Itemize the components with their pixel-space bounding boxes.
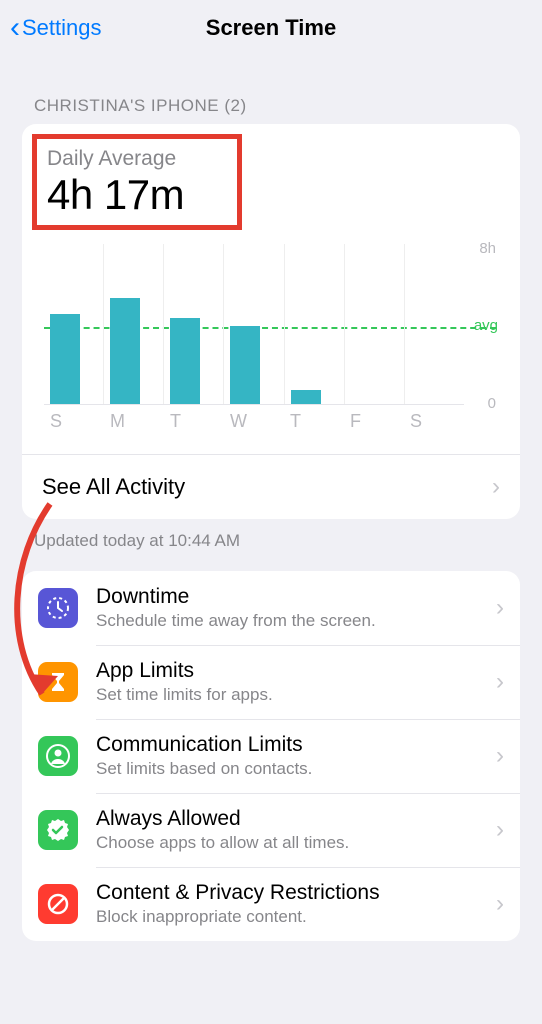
row-title: Downtime bbox=[96, 585, 496, 609]
bar bbox=[291, 390, 321, 404]
option-always-allowed[interactable]: Always AllowedChoose apps to allow at al… bbox=[22, 793, 520, 867]
row-subtitle: Choose apps to allow at all times. bbox=[96, 833, 496, 853]
x-tick: W bbox=[224, 411, 284, 432]
row-body: Always AllowedChoose apps to allow at al… bbox=[96, 807, 496, 853]
x-tick: T bbox=[164, 411, 224, 432]
bar bbox=[230, 326, 260, 404]
row-subtitle: Schedule time away from the screen. bbox=[96, 611, 496, 631]
bar-cell bbox=[44, 244, 103, 404]
option-communication-limits[interactable]: Communication LimitsSet limits based on … bbox=[22, 719, 520, 793]
person-icon bbox=[38, 736, 78, 776]
x-tick: F bbox=[344, 411, 404, 432]
daily-average-highlight: Daily Average 4h 17m bbox=[32, 134, 242, 230]
bar-cell bbox=[344, 244, 404, 404]
x-axis: SMTWTFS bbox=[44, 404, 464, 446]
row-title: Always Allowed bbox=[96, 807, 496, 831]
downtime-icon bbox=[38, 588, 78, 628]
y-axis-max: 8h bbox=[479, 240, 496, 257]
chevron-right-icon: › bbox=[496, 668, 504, 696]
check-badge-icon bbox=[38, 810, 78, 850]
bar-cell bbox=[284, 244, 344, 404]
option-app-limits[interactable]: App LimitsSet time limits for apps.› bbox=[22, 645, 520, 719]
option-downtime[interactable]: DowntimeSchedule time away from the scre… bbox=[22, 571, 520, 645]
bar-cell bbox=[163, 244, 223, 404]
x-tick: M bbox=[104, 411, 164, 432]
avg-label: avg bbox=[474, 317, 498, 334]
y-axis-min: 0 bbox=[488, 395, 496, 412]
option-content-privacy[interactable]: Content & Privacy RestrictionsBlock inap… bbox=[22, 867, 520, 941]
daily-average-label: Daily Average bbox=[47, 147, 227, 171]
chevron-right-icon: › bbox=[492, 473, 500, 501]
device-section-header: CHRISTINA'S IPHONE (2) bbox=[0, 56, 542, 124]
bar-cell bbox=[404, 244, 464, 404]
see-all-activity[interactable]: See All Activity › bbox=[22, 455, 520, 519]
chevron-right-icon: › bbox=[496, 594, 504, 622]
row-title: App Limits bbox=[96, 659, 496, 683]
no-sign-icon bbox=[38, 884, 78, 924]
row-title: Content & Privacy Restrictions bbox=[96, 881, 496, 905]
row-title: Communication Limits bbox=[96, 733, 496, 757]
chevron-right-icon: › bbox=[496, 816, 504, 844]
chevron-left-icon: ‹ bbox=[10, 13, 20, 43]
chevron-right-icon: › bbox=[496, 890, 504, 918]
row-subtitle: Block inappropriate content. bbox=[96, 907, 496, 927]
see-all-label: See All Activity bbox=[42, 474, 185, 500]
bar bbox=[50, 314, 80, 404]
daily-average-value: 4h 17m bbox=[47, 171, 227, 219]
bar bbox=[170, 318, 200, 404]
usage-card: Daily Average 4h 17m 8h 0 avg SMTWTFS Se… bbox=[22, 124, 520, 519]
back-label: Settings bbox=[22, 15, 102, 41]
bar bbox=[110, 298, 140, 404]
options-list: DowntimeSchedule time away from the scre… bbox=[22, 571, 520, 941]
bar-cell bbox=[103, 244, 163, 404]
x-tick: T bbox=[284, 411, 344, 432]
row-body: App LimitsSet time limits for apps. bbox=[96, 659, 496, 705]
row-body: Content & Privacy RestrictionsBlock inap… bbox=[96, 881, 496, 927]
row-subtitle: Set limits based on contacts. bbox=[96, 759, 496, 779]
updated-timestamp: Updated today at 10:44 AM bbox=[0, 519, 542, 571]
row-body: DowntimeSchedule time away from the scre… bbox=[96, 585, 496, 631]
hourglass-icon bbox=[38, 662, 78, 702]
nav-header: ‹ Settings Screen Time bbox=[0, 0, 542, 56]
x-tick: S bbox=[404, 411, 464, 432]
row-subtitle: Set time limits for apps. bbox=[96, 685, 496, 705]
row-body: Communication LimitsSet limits based on … bbox=[96, 733, 496, 779]
bar-cell bbox=[223, 244, 283, 404]
x-tick: S bbox=[44, 411, 104, 432]
back-button[interactable]: ‹ Settings bbox=[10, 13, 102, 43]
chevron-right-icon: › bbox=[496, 742, 504, 770]
usage-chart: 8h 0 avg SMTWTFS bbox=[22, 234, 520, 446]
